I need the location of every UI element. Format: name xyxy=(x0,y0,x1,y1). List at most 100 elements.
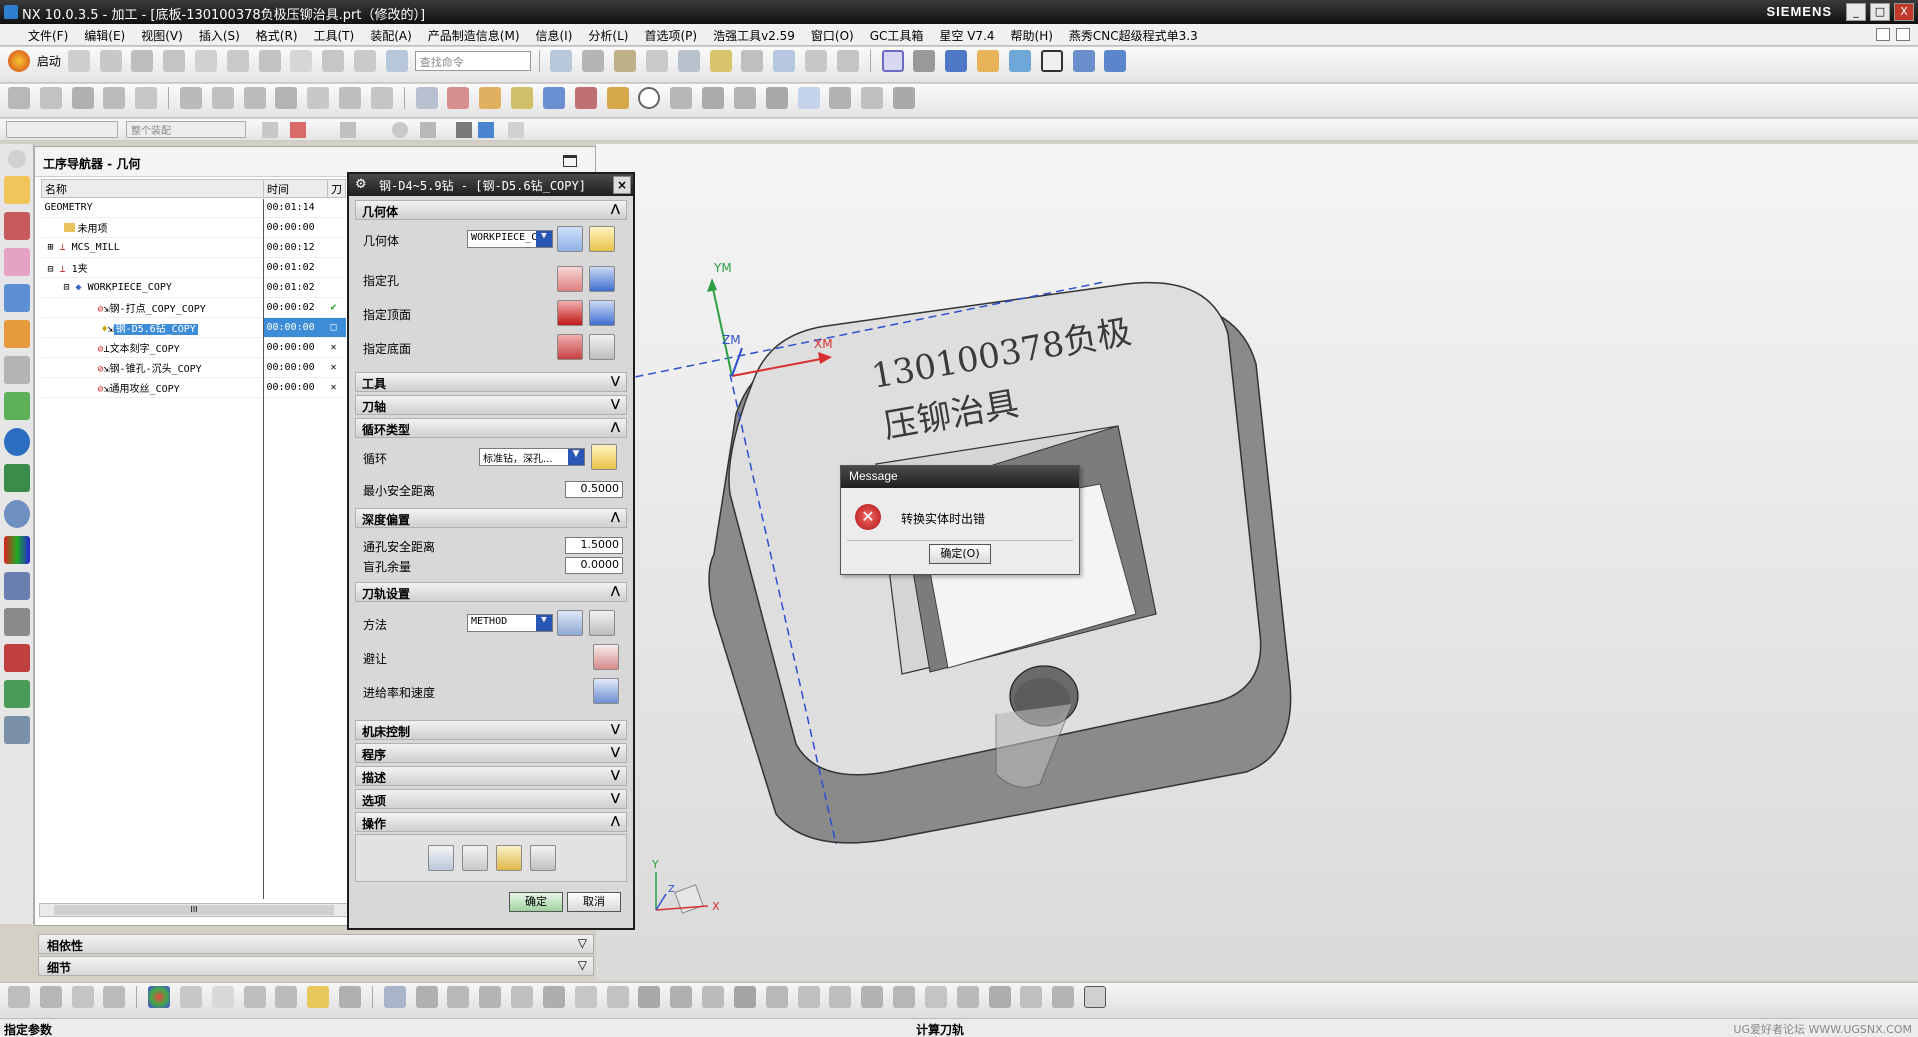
assembly-navigator-icon[interactable] xyxy=(4,176,30,204)
menu-help[interactable]: 帮助(H) xyxy=(1003,24,1061,44)
dropdown-arrow-icon[interactable]: ▼ xyxy=(536,231,552,247)
extrude-icon[interactable] xyxy=(383,986,406,1008)
new-file-icon[interactable] xyxy=(67,50,90,72)
menu-file[interactable]: 文件(F) xyxy=(0,24,76,44)
hole-mill-icon[interactable] xyxy=(339,87,362,109)
snap-view-icon[interactable] xyxy=(1008,50,1031,72)
operation-navigator-icon[interactable] xyxy=(4,284,30,312)
pattern-icon[interactable] xyxy=(988,986,1011,1008)
text-icon[interactable] xyxy=(606,986,629,1008)
method-view-icon[interactable] xyxy=(542,87,565,109)
section-depth-offset[interactable]: 深度偏置 ⋀ xyxy=(355,508,627,528)
ruler-icon[interactable] xyxy=(606,87,629,109)
avoid-button[interactable] xyxy=(593,644,619,670)
part-navigator-icon[interactable] xyxy=(4,248,30,276)
table-row[interactable]: GEOMETRY 00:01:14 xyxy=(41,197,346,218)
geometry-select[interactable]: WORKPIECE_C ▼ xyxy=(467,230,553,248)
information-icon[interactable] xyxy=(4,716,30,744)
chevron-down-icon[interactable]: ⋁ xyxy=(611,374,620,387)
min-clearance-input[interactable]: 0.5000 xyxy=(565,481,623,498)
edit-method-wrench-button[interactable] xyxy=(589,610,615,636)
system-materials-icon[interactable] xyxy=(4,500,30,528)
type-filter-select[interactable] xyxy=(6,121,118,138)
cube-icon[interactable] xyxy=(339,986,362,1008)
create-operation-icon[interactable] xyxy=(677,50,700,72)
color-box-icon[interactable] xyxy=(307,986,330,1008)
scroll-thumb[interactable]: III xyxy=(54,905,334,915)
zlevel-icon[interactable] xyxy=(103,87,126,109)
chevron-up-icon[interactable]: ⋀ xyxy=(611,420,620,433)
grid-icon[interactable] xyxy=(797,87,820,109)
display-bottom-flashlight-button[interactable] xyxy=(589,334,615,360)
section-program[interactable]: 程序 ⋁ xyxy=(355,743,627,763)
generate-button[interactable] xyxy=(428,845,454,871)
snap-arrow-icon[interactable] xyxy=(508,122,524,138)
create-method-icon[interactable] xyxy=(645,50,668,72)
specify-bottom-button[interactable] xyxy=(557,334,583,360)
horizontal-scrollbar[interactable]: III xyxy=(39,903,349,917)
snap-point-icon[interactable] xyxy=(262,122,278,138)
extrude-icon[interactable] xyxy=(829,87,852,109)
column-tool[interactable]: 刀 xyxy=(327,179,346,198)
boss-mill-icon[interactable] xyxy=(370,87,393,109)
shaded-view-icon[interactable] xyxy=(945,50,968,72)
menu-haoqiang-tools[interactable]: 浩强工具v2.59 xyxy=(705,24,803,44)
hole-icon[interactable] xyxy=(447,986,470,1008)
annotation-icon[interactable] xyxy=(574,986,597,1008)
mirror-icon[interactable] xyxy=(956,986,979,1008)
trim-body-icon[interactable] xyxy=(702,986,725,1008)
deselect-icon[interactable] xyxy=(340,122,356,138)
save-icon[interactable] xyxy=(131,50,154,72)
shop-docs-icon[interactable] xyxy=(836,50,859,72)
planar-mill-icon[interactable] xyxy=(8,87,30,109)
menu-gc-toolkit[interactable]: GC工具箱 xyxy=(862,24,932,44)
section-options[interactable]: 选项 ⋁ xyxy=(355,789,627,809)
section-description[interactable]: 描述 ⋁ xyxy=(355,766,627,786)
command-search-input[interactable]: 查找命令 xyxy=(414,51,531,71)
dropdown-arrow-icon[interactable]: ▼ xyxy=(568,449,584,465)
menu-preferences[interactable]: 首选项(P) xyxy=(636,24,705,44)
menu-xingkong[interactable]: 星空 V7.4 xyxy=(931,24,1002,44)
chevron-up-icon[interactable]: ⋀ xyxy=(611,814,620,827)
list-button[interactable] xyxy=(530,845,556,871)
background-icon[interactable] xyxy=(1040,50,1063,72)
through-clearance-input[interactable]: 1.5000 xyxy=(565,537,623,554)
generate-toolpath-icon[interactable] xyxy=(709,50,732,72)
menu-tools[interactable]: 工具(T) xyxy=(306,24,363,44)
section-cycle-type[interactable]: 循环类型 ⋀ xyxy=(355,418,627,438)
display-hole-flashlight-button[interactable] xyxy=(589,266,615,292)
box-icon[interactable] xyxy=(670,87,693,109)
roles-icon[interactable] xyxy=(4,392,30,420)
column-name[interactable]: 名称 xyxy=(41,179,264,198)
doc-close-icon[interactable] xyxy=(1896,28,1910,41)
menu-assembly[interactable]: 装配(A) xyxy=(362,24,420,44)
create-tool-icon[interactable] xyxy=(582,50,605,72)
table-row[interactable]: ⊟ ◆ WORKPIECE_COPY 00:01:02 xyxy=(41,277,346,298)
constraint-navigator-icon[interactable] xyxy=(4,212,30,240)
chevron-down-icon[interactable]: ▽ xyxy=(578,936,587,950)
dependency-panel[interactable]: 相依性 ▽ xyxy=(38,934,594,954)
part-model[interactable]: 130100378负极 压铆治具 YM XM ZM X Y Z xyxy=(596,144,1918,980)
create-geometry-icon[interactable] xyxy=(614,50,637,72)
close-button[interactable]: X xyxy=(1894,3,1914,21)
chevron-down-icon[interactable]: ⋁ xyxy=(611,745,620,758)
fixed-contour-icon[interactable] xyxy=(135,87,158,109)
wcs-icon[interactable] xyxy=(1072,50,1095,72)
save-as-icon[interactable] xyxy=(163,50,186,72)
section-tool[interactable]: 工具 ⋁ xyxy=(355,372,627,392)
layer-icon[interactable] xyxy=(179,986,202,1008)
sim-navigator-icon[interactable] xyxy=(4,572,30,600)
minimize-button[interactable]: _ xyxy=(1846,3,1866,21)
unite-icon[interactable] xyxy=(765,986,788,1008)
reuse-library-icon[interactable] xyxy=(4,356,30,384)
cycle-select[interactable]: 标准钻，深孔... ▼ xyxy=(479,448,585,466)
fit-view-icon[interactable] xyxy=(881,50,904,72)
circle-icon[interactable] xyxy=(638,87,661,109)
machine-view-icon[interactable] xyxy=(447,87,470,109)
table-row[interactable]: ⊘⇲钢-锥孔-沉头_COPY 00:00:00 ✕ xyxy=(41,357,346,378)
snap-center-icon[interactable] xyxy=(456,122,472,138)
draft-icon[interactable] xyxy=(924,986,947,1008)
block-icon[interactable] xyxy=(275,986,298,1008)
copy-icon[interactable] xyxy=(226,50,249,72)
replay-button[interactable] xyxy=(462,845,488,871)
